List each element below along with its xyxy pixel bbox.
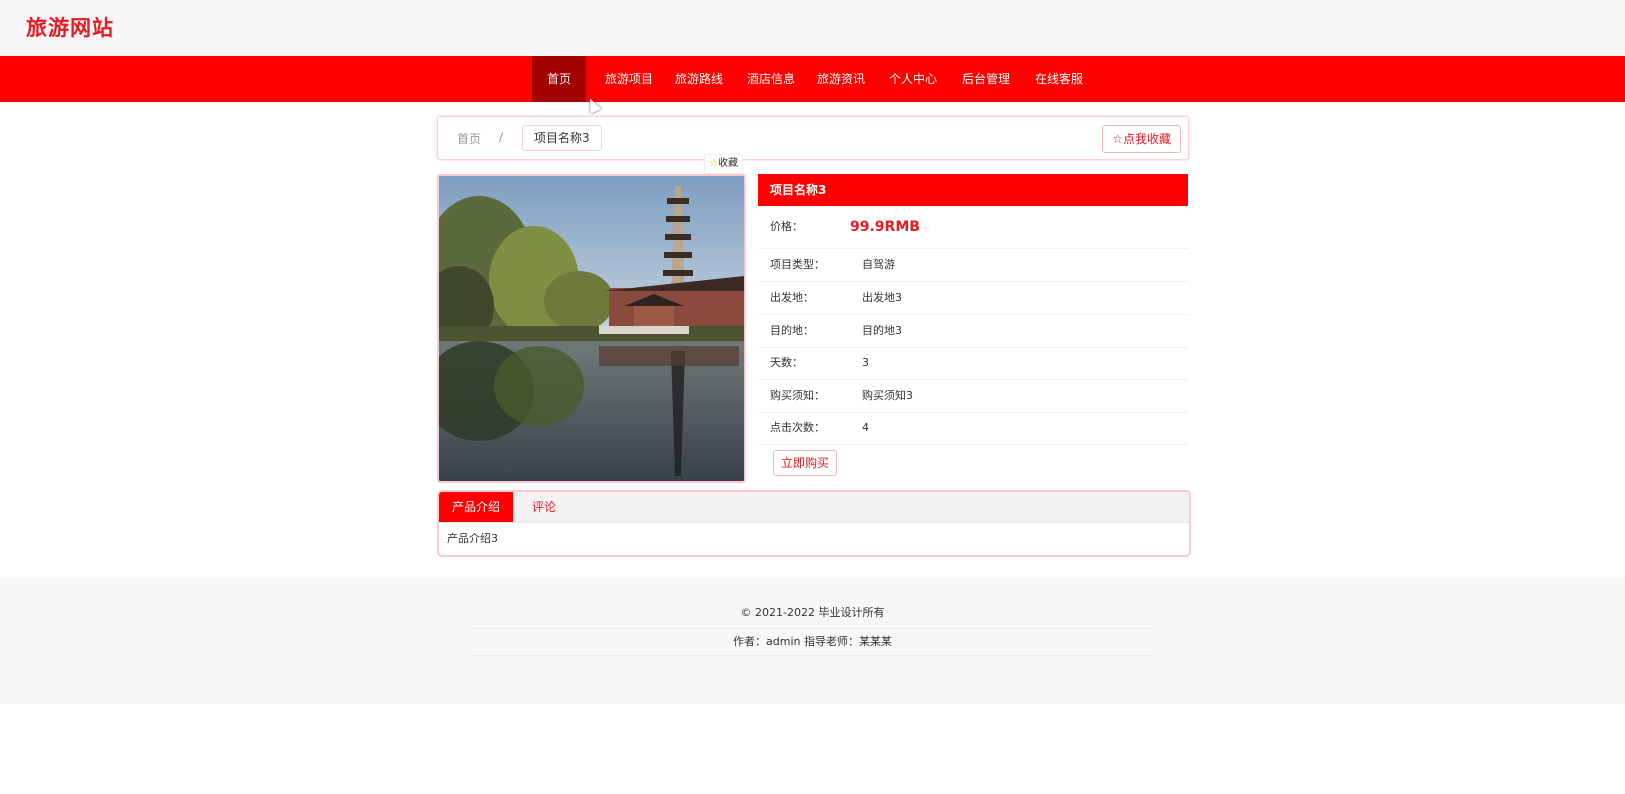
nav-item-personal-center[interactable]: 个人中心 [882, 56, 944, 102]
field-row-type: 项目类型： 自驾游 [758, 248, 1188, 282]
field-value: 目的地3 [862, 324, 902, 337]
breadcrumb-separator: / [499, 130, 504, 144]
star-icon: ☆ [1112, 132, 1123, 146]
nav-item-home[interactable]: 首页 [532, 56, 586, 102]
nav-item-travel-news[interactable]: 旅游资讯 [810, 56, 872, 102]
field-label: 项目类型： [770, 258, 825, 271]
tab-strip: 产品介绍 评论 [439, 492, 1189, 523]
price-value: 99.9RMB [850, 219, 920, 235]
star-icon: ☆ [709, 158, 718, 169]
breadcrumb: 首页 / 项目名称3 ☆点我收藏 [437, 116, 1189, 160]
field-value: 4 [862, 421, 869, 434]
footer: © 2021-2022 毕业设计所有 作者：admin 指导老师：某某某 [0, 578, 1625, 704]
product-tabs: 产品介绍 评论 产品介绍3 [437, 490, 1191, 557]
buy-now-button[interactable]: 立即购买 [773, 450, 838, 476]
nav-item-travel-projects[interactable]: 旅游项目 [598, 56, 660, 102]
field-row-days: 天数： 3 [758, 347, 1188, 380]
breadcrumb-home[interactable]: 首页 [457, 130, 481, 147]
field-value: 购买须知3 [862, 389, 913, 402]
project-name-header: 项目名称3 [758, 174, 1188, 206]
tab-content: 产品介绍3 [447, 532, 498, 545]
nav-item-admin[interactable]: 后台管理 [955, 56, 1017, 102]
favorite-button[interactable]: ☆点我收藏 [1102, 125, 1181, 153]
site-logo-title[interactable]: 旅游网站 [26, 12, 114, 42]
main-nav: 首页 旅游项目 旅游路线 酒店信息 旅游资讯 个人中心 后台管理 在线客服 [0, 56, 1625, 102]
project-photo [437, 174, 746, 483]
mini-favorite-label: 收藏 [717, 158, 738, 169]
top-header: 旅游网站 [0, 0, 1625, 56]
field-label: 出发地： [770, 291, 814, 304]
field-value: 出发地3 [862, 291, 902, 304]
project-info-panel: 项目名称3 价格： 99.9RMB 项目类型： 自驾游 出发地： 出发地3 目的… [758, 174, 1188, 482]
field-row-clicks: 点击次数： 4 [758, 412, 1188, 445]
field-label: 天数： [770, 356, 803, 369]
author-text: 作者：admin 指导老师：某某某 [470, 628, 1155, 656]
tab-comments[interactable]: 评论 [519, 492, 569, 522]
copyright-text: © 2021-2022 毕业设计所有 [740, 606, 885, 619]
nav-item-travel-routes[interactable]: 旅游路线 [668, 56, 730, 102]
pagoda-lake-image [439, 176, 744, 481]
tab-product-intro[interactable]: 产品介绍 [439, 492, 514, 522]
field-row-destination: 目的地： 目的地3 [758, 314, 1188, 348]
breadcrumb-current: 项目名称3 [522, 125, 602, 151]
price-row: 价格： 99.9RMB [758, 206, 1188, 249]
field-label: 购买须知： [770, 389, 825, 402]
field-row-departure: 出发地： 出发地3 [758, 281, 1188, 315]
favorite-button-label: 点我收藏 [1122, 132, 1171, 146]
field-value: 3 [862, 356, 869, 369]
mini-favorite-button[interactable]: ☆收藏 [704, 154, 743, 174]
nav-item-online-service[interactable]: 在线客服 [1028, 56, 1090, 102]
field-row-notice: 购买须知： 购买须知3 [758, 379, 1188, 413]
field-value: 自驾游 [862, 258, 895, 271]
field-label: 目的地： [770, 324, 814, 337]
nav-item-hotel-info[interactable]: 酒店信息 [740, 56, 802, 102]
field-label: 点击次数： [770, 421, 825, 434]
price-label: 价格： [770, 220, 803, 233]
